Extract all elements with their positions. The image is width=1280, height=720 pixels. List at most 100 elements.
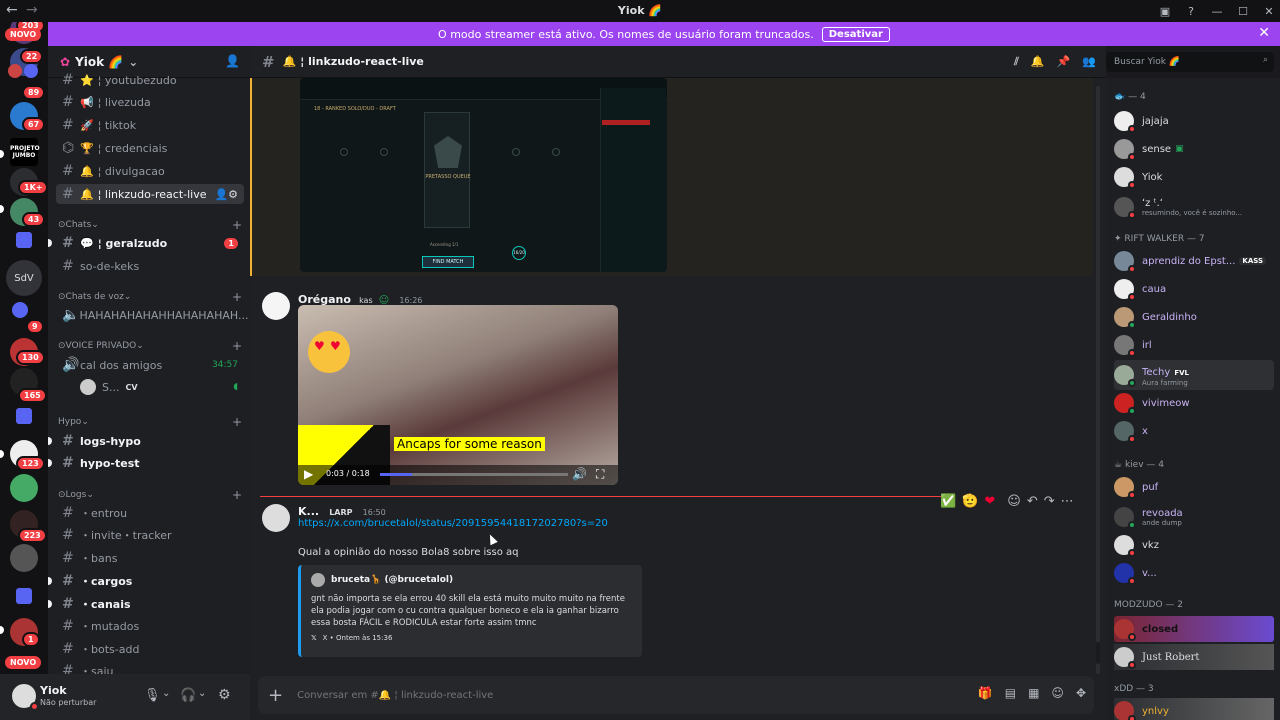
member-item[interactable]: vkz: [1114, 532, 1274, 558]
member-item[interactable]: ynlvy: [1114, 698, 1274, 720]
member-item[interactable]: Just Robert: [1114, 644, 1274, 670]
volume-icon[interactable]: 🔊: [572, 467, 587, 481]
channel-canais[interactable]: # ・canais: [48, 594, 244, 614]
add-channel-icon[interactable]: +: [232, 218, 242, 232]
channel-divulgacao[interactable]: # 🔔 ¦ divulgacao: [56, 161, 244, 181]
channel-entrou[interactable]: # ・entrou: [56, 503, 244, 523]
add-channel-icon[interactable]: +: [232, 339, 242, 353]
channel-logs-hypo[interactable]: # logs-hypo: [48, 431, 244, 451]
voice-channel-cal-dos-amigos[interactable]: 🔊 cal dos amigos 34:57: [56, 355, 244, 375]
close-icon[interactable]: ✕: [1258, 25, 1270, 41]
server-icon[interactable]: [10, 474, 38, 502]
member-item[interactable]: Techy FVL Aura farming: [1114, 360, 1274, 390]
add-reaction-icon[interactable]: ☺: [1007, 494, 1021, 509]
notification-bell-icon[interactable]: 🔔: [1031, 55, 1045, 69]
member-item[interactable]: irl: [1114, 332, 1274, 358]
add-attachment-icon[interactable]: +: [268, 685, 283, 706]
add-member-icon[interactable]: 👤: [225, 54, 240, 68]
folder-icon[interactable]: [16, 588, 32, 604]
scrollbar[interactable]: [1096, 86, 1100, 674]
channel-mutados[interactable]: # ・mutados: [56, 616, 244, 636]
message-link[interactable]: https://x.com/brucetalol/status/20915954…: [298, 518, 608, 529]
member-item[interactable]: vivimeow: [1114, 390, 1274, 416]
channel-linkzudo-react-live[interactable]: # 🔔 ¦ linkzudo-react-live 👤⚙: [56, 184, 244, 204]
emoji-icon[interactable]: ☺: [1051, 686, 1064, 700]
channel-youtubezudo[interactable]: # ⭐ ¦ youtubezudo: [56, 70, 244, 90]
apps-icon[interactable]: ✥: [1076, 686, 1086, 700]
channel-saiu[interactable]: # ・saiu: [56, 661, 244, 674]
member-item[interactable]: jajaja: [1114, 108, 1274, 134]
channel-so-de-keks[interactable]: # so-de-keks: [56, 256, 244, 276]
member-item[interactable]: revoada ande dump: [1114, 502, 1274, 532]
member-list-icon[interactable]: 👥: [1082, 55, 1096, 69]
server-icon-sdv[interactable]: SdV: [6, 260, 42, 296]
category-hypo[interactable]: Hypo ⌄ +: [58, 415, 242, 429]
forward-icon[interactable]: ↷: [1044, 494, 1055, 509]
channel-invite-tracker[interactable]: # ・invite・tracker: [56, 525, 244, 545]
microphone-icon[interactable]: 🎙: [144, 688, 161, 703]
member-item[interactable]: x: [1114, 418, 1274, 444]
channel-livezuda[interactable]: # 📢 ¦ livezuda: [56, 92, 244, 112]
sticker-icon[interactable]: ▦: [1028, 686, 1039, 700]
server-icon[interactable]: [10, 544, 38, 572]
folder-icon[interactable]: [16, 232, 32, 248]
pin-icon[interactable]: 📌: [1057, 55, 1071, 69]
server-icon[interactable]: [8, 64, 22, 78]
video-seek-bar[interactable]: [380, 473, 568, 476]
game-screenshot[interactable]: 18 - RANKED SOLO/DUO - DRAFT PRETASSO QU…: [300, 78, 667, 272]
message-input[interactable]: [297, 689, 918, 701]
author-name[interactable]: K...: [298, 505, 319, 518]
add-channel-icon[interactable]: +: [232, 488, 242, 502]
member-item[interactable]: aprendiz do Epst... KASS: [1114, 248, 1274, 274]
disable-streamer-button[interactable]: Desativar: [821, 26, 890, 42]
add-channel-icon[interactable]: +: [232, 415, 242, 429]
minimize-icon[interactable]: —: [1206, 5, 1228, 18]
more-icon[interactable]: ⋯: [1061, 494, 1074, 509]
channel-tiktok[interactable]: # 🚀 ¦ tiktok: [56, 115, 244, 135]
server-icon-projeto-jumbo[interactable]: PROJETO JUMBO: [10, 138, 40, 166]
server-icon[interactable]: [12, 302, 28, 318]
voice-user[interactable]: S... CV ◖: [74, 377, 244, 397]
gif-icon[interactable]: ▤: [1005, 686, 1016, 700]
settings-gear-icon[interactable]: ⚙: [218, 687, 231, 703]
chevron-down-icon[interactable]: ⌄: [198, 688, 206, 699]
find-match-button[interactable]: FIND MATCH: [422, 256, 474, 268]
channel-hypo-test[interactable]: # hypo-test: [48, 453, 244, 473]
close-window-icon[interactable]: ✕: [1258, 5, 1280, 18]
scrollbar-thumb[interactable]: [1096, 642, 1100, 664]
member-item[interactable]: Geraldinho: [1114, 304, 1274, 330]
heart-emoji[interactable]: ❤: [984, 494, 995, 509]
search-box[interactable]: Buscar Yiok 🌈 ⌕: [1106, 52, 1274, 72]
play-icon[interactable]: ▶: [304, 467, 313, 481]
member-item[interactable]: caua: [1114, 276, 1274, 302]
member-item[interactable]: ʻz⁠ ᵗ.ʻ resumindo, você é sozinho...: [1114, 192, 1274, 222]
channel-credenciais[interactable]: ⌬ 🏆 ¦ credenciais: [56, 138, 244, 158]
avatar[interactable]: [262, 292, 290, 320]
voice-channel[interactable]: 🔈 HAHAHAHAHAHHAHAHAHAH...: [56, 305, 248, 325]
headphones-icon[interactable]: 🎧: [180, 688, 196, 703]
gift-icon[interactable]: 🎁: [978, 686, 993, 700]
folder-icon[interactable]: [16, 408, 32, 424]
emoji-reaction[interactable]: 🫡: [962, 494, 978, 509]
server-icon[interactable]: [24, 64, 38, 78]
category-chats[interactable]: ⊙ Chats ⌄ +: [58, 218, 242, 232]
member-item[interactable]: v...: [1114, 560, 1274, 586]
avatar[interactable]: [262, 504, 290, 532]
channel-bots-add[interactable]: # ・bots-add: [56, 639, 244, 659]
inbox-icon[interactable]: ▣: [1154, 5, 1176, 18]
reply-icon[interactable]: ↶: [1027, 494, 1038, 509]
embed-author[interactable]: bruceta🦒 (@brucetalol): [331, 575, 453, 585]
member-item[interactable]: sense ▣: [1114, 136, 1274, 162]
category-voice-privado[interactable]: ⊙ VOICE PRIVADO ⌄ +: [58, 339, 242, 353]
fullscreen-icon[interactable]: ⛶: [596, 467, 604, 482]
add-channel-icon[interactable]: +: [232, 290, 242, 304]
chevron-down-icon[interactable]: ⌄: [162, 688, 170, 699]
settings-gear-icon[interactable]: 👤⚙: [214, 188, 238, 201]
check-emoji[interactable]: ✅: [940, 494, 956, 509]
member-item[interactable]: Yiok: [1114, 164, 1274, 190]
channel-bans[interactable]: # ・bans: [56, 548, 244, 568]
member-item[interactable]: puf: [1114, 474, 1274, 500]
threads-icon[interactable]: ⫽: [1014, 55, 1019, 69]
video-player[interactable]: ♥ ♥ Ancaps for some reason ▶ 0:03 / 0:18…: [298, 305, 618, 485]
category-logs[interactable]: ⊙ Logs ⌄ +: [58, 488, 242, 502]
